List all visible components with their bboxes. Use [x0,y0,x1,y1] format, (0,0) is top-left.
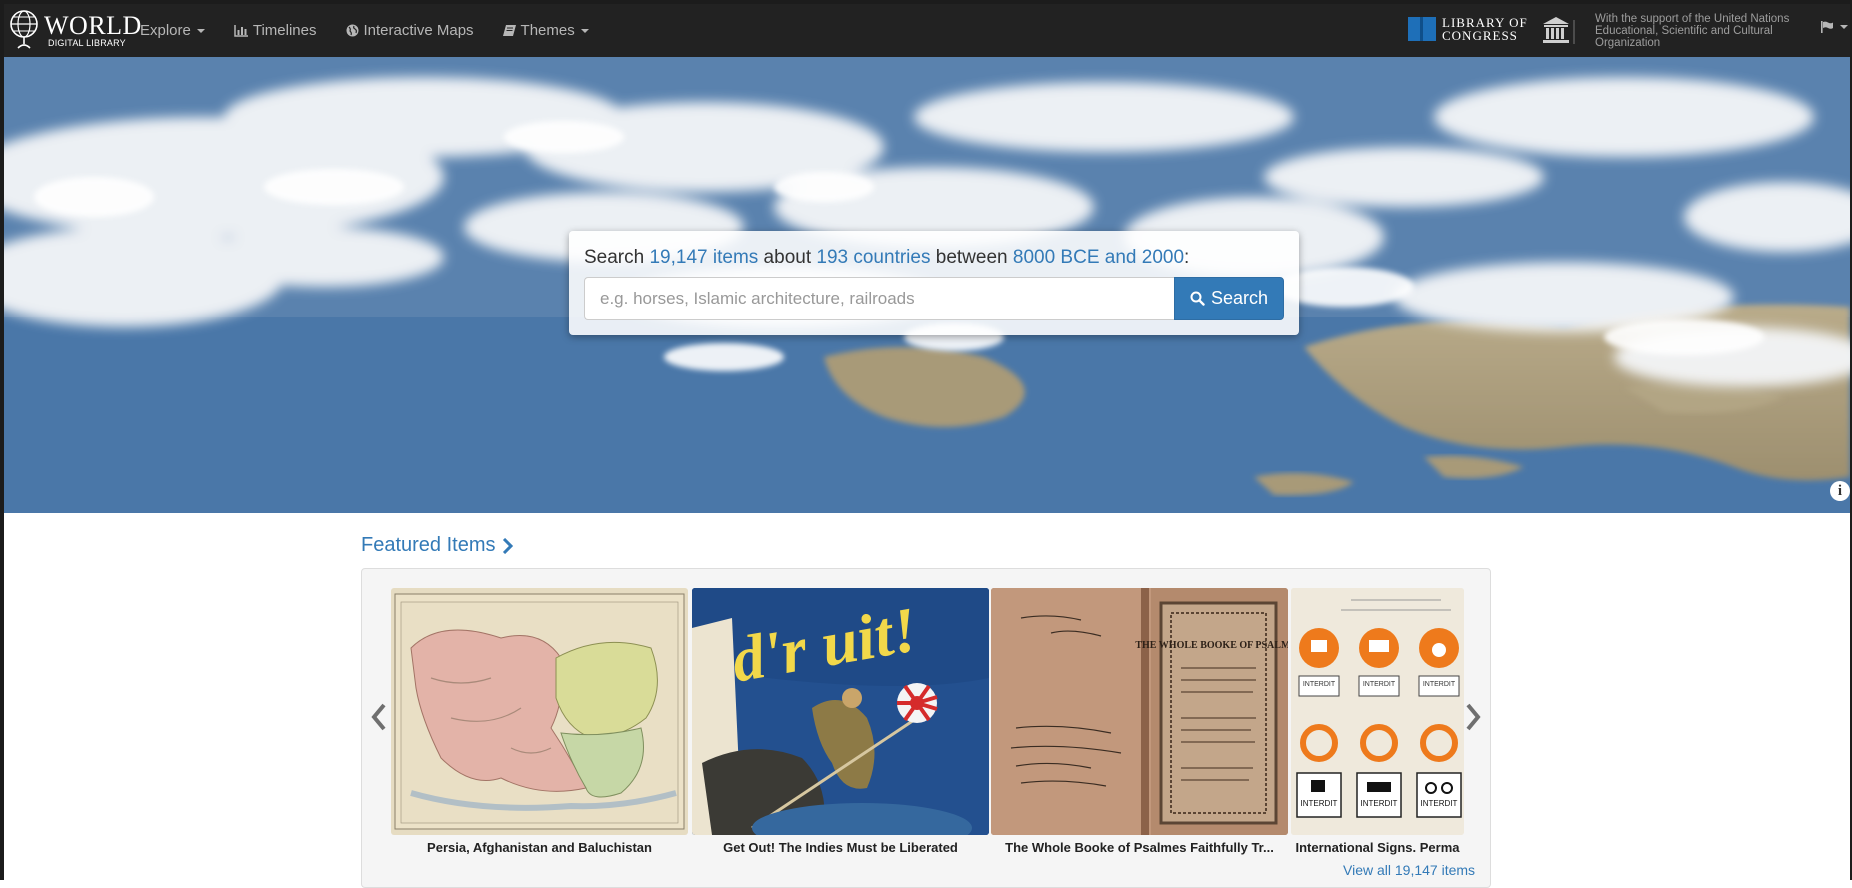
brand-sub: DIGITAL LIBRARY [48,38,126,48]
info-icon[interactable]: i [1830,481,1850,501]
featured-thumbnail[interactable] [391,588,688,835]
featured-item-caption[interactable]: The Whole Booke of Psalmes Faithfully Tr… [991,840,1288,855]
nav-timelines-label: Timelines [252,22,317,39]
unesco-temple-icon[interactable] [1541,16,1577,46]
globe-icon [346,24,358,37]
featured-item[interactable]: THE WHOLE BOOKE OF PSALMES The Whole Boo… [991,588,1288,858]
psalm-book-image: THE WHOLE BOOKE OF PSALMES [991,588,1288,835]
search-icon [1190,291,1205,306]
international-signs-image: INTERDIT INTERDIT INTERDIT INTERDIT INTE… [1291,588,1464,835]
book-icon [502,24,516,36]
featured-title-text: Featured Items [361,534,496,556]
carousel-prev-icon[interactable] [368,700,390,734]
nav-explore-label: Explore [140,22,191,39]
featured-item[interactable]: d'r uit! Get Out! The Indies Must be Lib… [692,588,989,858]
chevron-down-icon [1840,25,1848,29]
bar-chart-icon [234,24,248,37]
featured-thumbnail[interactable]: THE WHOLE BOOKE OF PSALMES [991,588,1288,835]
caption-about: about [758,247,817,268]
sign-label-text: INTERDIT [1423,681,1456,688]
loc-text: LIBRARY OF CONGRESS [1442,16,1528,42]
language-selector[interactable] [1821,21,1848,33]
nav-maps-label: Interactive Maps [363,22,474,39]
items-count-link[interactable]: 19,147 items [649,247,758,268]
chevron-down-icon [580,28,589,33]
featured-thumbnail[interactable]: d'r uit! [692,588,989,835]
search-caption: Search 19,147 items about 193 countries … [584,247,1189,269]
unesco-support-text: With the support of the United Nations E… [1595,13,1790,49]
featured-thumbnail[interactable]: INTERDIT INTERDIT INTERDIT INTERDIT INTE… [1291,588,1464,835]
featured-item-caption[interactable]: Persia, Afghanistan and Baluchistan [391,840,688,855]
nav-timelines[interactable]: Timelines [234,22,317,39]
book-title-text: THE WHOLE BOOKE OF PSALMES [1135,640,1288,651]
flag-icon [1821,21,1833,33]
sign-label-text: INTERDIT [1361,799,1398,808]
nav-explore[interactable]: Explore [140,22,205,39]
nav-themes[interactable]: Themes [502,22,589,39]
brand-world: WORLD [44,11,142,40]
chevron-down-icon [196,28,205,33]
countries-count-link[interactable]: 193 countries [816,247,930,268]
nav-themes-label: Themes [520,22,575,39]
caption-between: between [930,247,1013,268]
search-input[interactable] [584,277,1174,320]
persia-map-image [394,593,685,830]
loc-book-icon [1408,17,1436,41]
date-range-link[interactable]: 8000 BCE and 2000 [1013,247,1184,268]
globe-logo-icon [10,10,38,49]
featured-item-caption[interactable]: Get Out! The Indies Must be Liberated [692,840,989,855]
caption-prefix: Search [584,247,650,268]
search-panel: Search 19,147 items about 193 countries … [569,231,1299,335]
featured-item-caption[interactable]: International Signs. Perma [1291,840,1464,855]
featured-items-heading[interactable]: Featured Items [361,534,514,557]
nav-menu: Explore Timelines Interactive Maps Theme… [140,4,618,57]
featured-item[interactable]: INTERDIT INTERDIT INTERDIT INTERDIT INTE… [1291,588,1464,858]
view-all-items-link[interactable]: View all 19,147 items [1343,862,1475,878]
wdl-logo[interactable]: WORLD DIGITAL LIBRARY [8,8,141,54]
nav-interactive-maps[interactable]: Interactive Maps [346,22,474,39]
top-navbar: WORLD DIGITAL LIBRARY Explore Timelines … [4,4,1850,57]
sign-label-text: INTERDIT [1303,681,1336,688]
liberation-poster-image: d'r uit! [692,588,989,835]
chevron-right-icon [502,537,513,554]
search-button-label: Search [1210,288,1269,308]
featured-items-track: Persia, Afghanistan and Baluchistan d'r … [391,588,1464,858]
library-of-congress-logo[interactable]: LIBRARY OF CONGRESS [1408,14,1527,47]
featured-item[interactable]: Persia, Afghanistan and Baluchistan [391,588,688,858]
search-button[interactable]: Search [1174,277,1284,320]
sign-label-text: INTERDIT [1363,681,1396,688]
loc-line2: CONGRESS [1442,28,1518,43]
sign-label-text: INTERDIT [1301,799,1338,808]
carousel-next-icon[interactable] [1462,700,1484,734]
caption-colon: : [1184,247,1190,268]
sign-label-text: INTERDIT [1421,799,1458,808]
